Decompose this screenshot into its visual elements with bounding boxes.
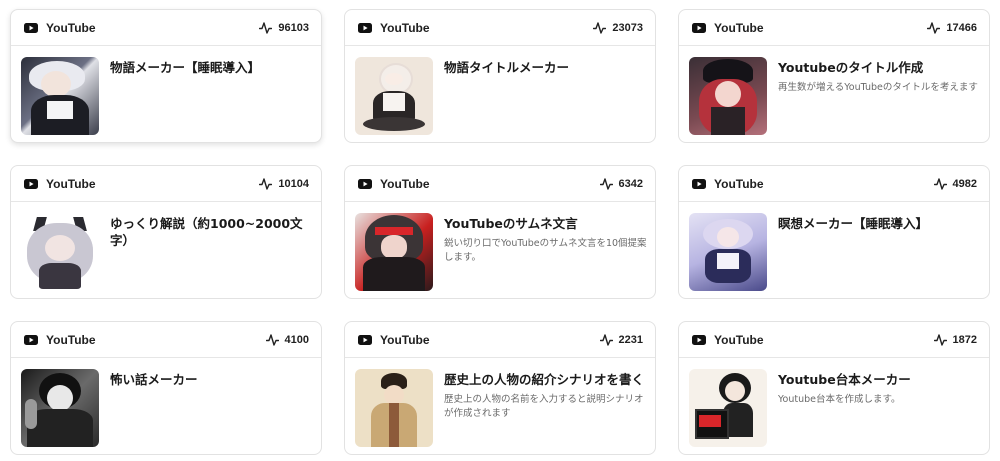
activity-icon [265, 333, 279, 346]
source-label: YouTube [380, 20, 430, 35]
youtube-icon [24, 22, 38, 33]
thumbnail-image [355, 369, 433, 447]
card-header: YouTube 17466 [679, 10, 989, 46]
thumbnail-image [355, 57, 433, 135]
card-header: YouTube 10104 [11, 166, 321, 202]
source-label: YouTube [714, 176, 764, 191]
source-label: YouTube [380, 332, 430, 347]
activity-icon [933, 333, 947, 346]
card-header: YouTube 2231 [345, 322, 655, 358]
usage-stat: 17466 [927, 22, 977, 34]
thumbnail-image [689, 57, 767, 135]
youtube-icon [692, 22, 706, 33]
thumbnail-image [21, 57, 99, 135]
card-description: 歴史上の人物の名前を入力すると説明シナリオが作成されます [444, 394, 644, 419]
source-label: YouTube [714, 20, 764, 35]
usage-count: 1872 [952, 333, 977, 346]
source-label: YouTube [46, 176, 96, 191]
prompt-card[interactable]: YouTube 10104 ゆっくり解説（約1000~2000文字） [10, 165, 322, 299]
usage-stat: 1872 [933, 333, 977, 346]
card-title: 瞑想メーカー【睡眠導入】 [778, 216, 929, 231]
usage-count: 4982 [952, 177, 977, 190]
thumbnail-image [355, 213, 433, 291]
usage-count: 4100 [284, 333, 309, 346]
youtube-icon [358, 334, 372, 345]
card-title: 歴史上の人物の紹介シナリオを書く [444, 372, 645, 387]
usage-stat: 96103 [259, 22, 309, 34]
usage-stat: 4100 [265, 333, 309, 346]
prompt-card[interactable]: YouTube 6342 YouTubeのサムネ文言 鋭い切り口でYouTube… [344, 165, 656, 299]
activity-icon [927, 21, 941, 34]
usage-count: 2231 [618, 333, 643, 346]
usage-count: 23073 [612, 21, 643, 34]
prompt-card[interactable]: YouTube 4100 怖い話メーカー [10, 321, 322, 455]
card-title: 物語タイトルメーカー [444, 60, 570, 75]
youtube-icon [358, 22, 372, 33]
activity-icon [593, 21, 607, 34]
card-title: YouTubeのサムネ文言 [444, 216, 578, 231]
thumbnail-image [689, 369, 767, 447]
youtube-icon [24, 334, 38, 345]
prompt-card-grid: YouTube 96103 物語メーカー【睡眠導入】 YouTube 23073… [0, 0, 1000, 461]
card-description: Youtube台本を作成します。 [778, 394, 901, 405]
prompt-card[interactable]: YouTube 96103 物語メーカー【睡眠導入】 [10, 9, 322, 143]
card-title: 物語メーカー【睡眠導入】 [110, 60, 261, 75]
activity-icon [259, 177, 273, 190]
source-label: YouTube [46, 20, 96, 35]
card-description: 再生数が増えるYouTubeのタイトルを考えます [778, 82, 978, 93]
youtube-icon [692, 334, 706, 345]
source-label: YouTube [46, 332, 96, 347]
activity-icon [259, 21, 273, 34]
thumbnail-image [21, 369, 99, 447]
card-header: YouTube 96103 [11, 10, 321, 46]
usage-count: 6342 [618, 177, 643, 190]
usage-stat: 2231 [599, 333, 643, 346]
usage-count: 10104 [278, 177, 309, 190]
activity-icon [933, 177, 947, 190]
card-header: YouTube 4100 [11, 322, 321, 358]
card-header: YouTube 6342 [345, 166, 655, 202]
card-description: 鋭い切り口でYouTubeのサムネ文言を10個提案します。 [444, 238, 647, 263]
youtube-icon [358, 178, 372, 189]
youtube-icon [24, 178, 38, 189]
source-label: YouTube [380, 176, 430, 191]
card-header: YouTube 1872 [679, 322, 989, 358]
prompt-card[interactable]: YouTube 23073 物語タイトルメーカー [344, 9, 656, 143]
usage-count: 96103 [278, 21, 309, 34]
usage-stat: 4982 [933, 177, 977, 190]
activity-icon [599, 177, 613, 190]
prompt-card[interactable]: YouTube 1872 Youtube台本メーカー Youtube台本を作成し… [678, 321, 990, 455]
card-title: Youtube台本メーカー [778, 372, 911, 387]
youtube-icon [692, 178, 706, 189]
card-title: Youtubeのタイトル作成 [778, 60, 924, 75]
thumbnail-image [21, 213, 99, 291]
card-header: YouTube 23073 [345, 10, 655, 46]
card-header: YouTube 4982 [679, 166, 989, 202]
card-title: 怖い話メーカー [110, 372, 198, 387]
thumbnail-image [689, 213, 767, 291]
usage-stat: 6342 [599, 177, 643, 190]
usage-stat: 10104 [259, 178, 309, 190]
prompt-card[interactable]: YouTube 17466 Youtubeのタイトル作成 再生数が増えるYouT… [678, 9, 990, 143]
prompt-card[interactable]: YouTube 4982 瞑想メーカー【睡眠導入】 [678, 165, 990, 299]
activity-icon [599, 333, 613, 346]
card-title: ゆっくり解説（約1000~2000文字） [110, 216, 303, 248]
source-label: YouTube [714, 332, 764, 347]
usage-count: 17466 [946, 21, 977, 34]
prompt-card[interactable]: YouTube 2231 歴史上の人物の紹介シナリオを書く 歴史上の人物の名前を… [344, 321, 656, 455]
usage-stat: 23073 [593, 22, 643, 34]
